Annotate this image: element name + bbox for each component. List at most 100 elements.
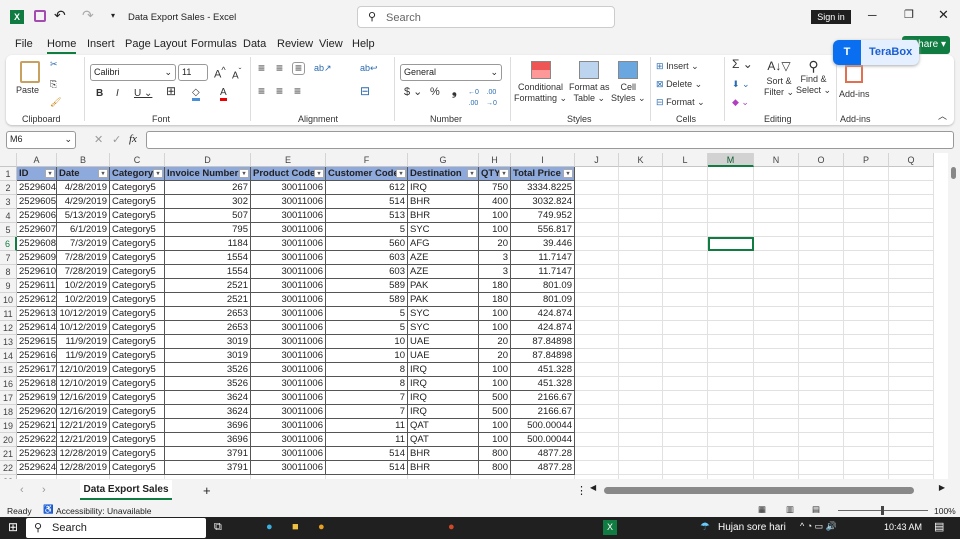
format-painter-icon[interactable]: 🖌 (50, 97, 61, 108)
cell[interactable]: 11 (326, 419, 408, 433)
cell[interactable] (663, 195, 708, 209)
cell[interactable]: 800 (479, 461, 511, 475)
cell[interactable] (844, 447, 889, 461)
increase-decimal-icon[interactable]: ←0.00 (468, 87, 479, 109)
tab-page-layout[interactable]: Page Layout (125, 38, 187, 50)
cell[interactable] (57, 475, 110, 479)
cell[interactable]: 30011006 (251, 265, 326, 279)
cell[interactable]: 749.952 (511, 209, 575, 223)
cell[interactable] (663, 209, 708, 223)
align-center-icon[interactable]: ≡ (276, 85, 283, 97)
cell[interactable]: 2521 (165, 279, 251, 293)
add-ins-button[interactable]: Add-ins (839, 65, 870, 100)
cell[interactable]: 4877.28 (511, 447, 575, 461)
cell[interactable]: Category5 (110, 223, 165, 237)
cell[interactable] (619, 419, 663, 433)
cell[interactable]: 3 (479, 251, 511, 265)
cell[interactable]: 10/12/2019 (57, 307, 110, 321)
cell[interactable]: 87.84898 (511, 335, 575, 349)
cell[interactable]: 10/2/2019 (57, 293, 110, 307)
cell[interactable]: 2166.67 (511, 391, 575, 405)
clear-icon[interactable]: ◆ ⌄ (732, 97, 749, 108)
cell[interactable]: 30011006 (251, 419, 326, 433)
cell[interactable] (889, 223, 934, 237)
cell[interactable] (889, 265, 934, 279)
cell[interactable] (619, 447, 663, 461)
cell[interactable] (575, 195, 619, 209)
cell[interactable] (799, 307, 844, 321)
cell[interactable] (708, 209, 754, 223)
cell[interactable] (799, 293, 844, 307)
cell[interactable] (619, 167, 663, 181)
cell[interactable]: 100 (479, 321, 511, 335)
cell[interactable]: 100 (479, 377, 511, 391)
row-header[interactable]: 23 (0, 475, 17, 479)
table-header-cell[interactable]: Customer Code ▾ (326, 167, 408, 181)
cell[interactable]: 5 (326, 223, 408, 237)
insert-cells-button[interactable]: ⊞ Insert ⌄ (656, 61, 699, 72)
cell[interactable]: Category5 (110, 335, 165, 349)
cell[interactable] (663, 419, 708, 433)
cell[interactable]: 11 (326, 433, 408, 447)
row-header[interactable]: 3 (0, 195, 17, 209)
cell[interactable]: SYC (408, 321, 479, 335)
cell[interactable] (663, 307, 708, 321)
number-format-select[interactable]: General ⌄ (400, 64, 502, 81)
cell[interactable]: 20 (479, 335, 511, 349)
row-header[interactable]: 5 (0, 223, 17, 237)
cell[interactable] (799, 265, 844, 279)
cell[interactable] (575, 475, 619, 479)
cell[interactable]: 302 (165, 195, 251, 209)
cell[interactable]: AZE (408, 251, 479, 265)
cell[interactable] (889, 195, 934, 209)
row-header[interactable]: 14 (0, 349, 17, 363)
copy-icon[interactable]: ⎘ (50, 79, 57, 90)
cell[interactable] (754, 447, 799, 461)
cell[interactable] (889, 335, 934, 349)
page-break-view-icon[interactable]: ▤ (812, 504, 820, 515)
cell[interactable] (844, 475, 889, 479)
column-header-p[interactable]: P (844, 153, 889, 167)
column-header-l[interactable]: L (663, 153, 708, 167)
cell[interactable] (844, 237, 889, 251)
cell[interactable]: 500 (479, 391, 511, 405)
cell[interactable] (708, 265, 754, 279)
cell[interactable]: 2529611 (17, 279, 57, 293)
cell[interactable]: 3526 (165, 363, 251, 377)
cell[interactable] (110, 475, 165, 479)
cell[interactable]: 5/13/2019 (57, 209, 110, 223)
row-header[interactable]: 13 (0, 335, 17, 349)
cell[interactable] (799, 209, 844, 223)
cell[interactable]: Category5 (110, 307, 165, 321)
cell[interactable] (708, 391, 754, 405)
cell[interactable] (575, 265, 619, 279)
cell[interactable] (754, 223, 799, 237)
borders-icon[interactable]: ⊞ (166, 85, 176, 97)
cell[interactable]: AZE (408, 265, 479, 279)
cell[interactable] (619, 181, 663, 195)
cell[interactable] (663, 433, 708, 447)
cell[interactable]: 7/28/2019 (57, 265, 110, 279)
cell[interactable]: Category5 (110, 447, 165, 461)
cell[interactable] (575, 447, 619, 461)
cell[interactable]: 30011006 (251, 181, 326, 195)
cell[interactable]: 1554 (165, 265, 251, 279)
cell[interactable] (663, 279, 708, 293)
cell[interactable]: 560 (326, 237, 408, 251)
cell[interactable] (708, 377, 754, 391)
cell[interactable] (889, 209, 934, 223)
filter-dropdown-icon[interactable]: ▾ (563, 169, 573, 178)
cell[interactable]: Category5 (110, 377, 165, 391)
cell[interactable] (663, 251, 708, 265)
cell[interactable]: 39.446 (511, 237, 575, 251)
cell[interactable]: 30011006 (251, 321, 326, 335)
font-name-select[interactable]: Calibri ⌄ (90, 64, 176, 81)
cell[interactable]: 30011006 (251, 195, 326, 209)
cell[interactable]: SYC (408, 223, 479, 237)
align-top-icon[interactable]: ≡ (258, 62, 265, 74)
filter-dropdown-icon[interactable]: ▾ (314, 169, 324, 178)
cell[interactable]: 12/16/2019 (57, 391, 110, 405)
cell[interactable]: Category5 (110, 391, 165, 405)
cell[interactable]: 10 (326, 349, 408, 363)
weather-label[interactable]: Hujan sore hari (718, 522, 786, 533)
